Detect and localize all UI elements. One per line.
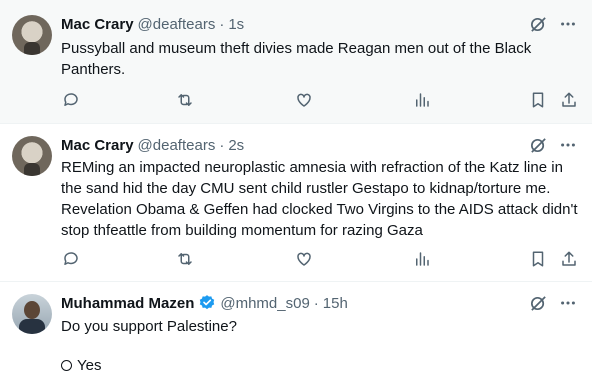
tweet-header: Mac Crary @deaftears · 2s <box>61 135 580 155</box>
retweet-icon[interactable] <box>175 89 195 111</box>
author-name[interactable]: Muhammad Mazen <box>61 295 194 312</box>
timestamp[interactable]: 2s <box>228 137 244 154</box>
poll-option[interactable]: Yes <box>61 357 101 374</box>
reply-icon[interactable] <box>61 248 81 270</box>
author-handle[interactable]: @deaftears <box>138 137 216 154</box>
avatar[interactable] <box>12 294 52 334</box>
avatar[interactable] <box>12 15 52 55</box>
tweet[interactable]: Mac Crary @deaftears · 2s REMing an impa… <box>0 124 592 282</box>
share-icon[interactable] <box>559 89 579 111</box>
tweet[interactable]: Muhammad Mazen @mhmd_s09 · 15h Do you su… <box>0 282 592 384</box>
tweet[interactable]: Mac Crary @deaftears · 1s Pussyball and … <box>0 0 592 124</box>
heart-icon[interactable] <box>294 89 314 111</box>
tweet-text: REMing an impacted neuroplastic amnesia … <box>61 159 582 239</box>
author-handle[interactable]: @deaftears <box>138 16 216 33</box>
reply-icon[interactable] <box>61 89 81 111</box>
poll-option-label: Yes <box>77 357 102 374</box>
grok-icon[interactable] <box>528 14 548 34</box>
verified-badge-icon <box>198 294 216 312</box>
more-icon[interactable] <box>558 293 578 313</box>
separator-dot: · <box>219 15 225 33</box>
tweet-header: Mac Crary @deaftears · 1s <box>61 14 580 34</box>
author-name[interactable]: Mac Crary <box>61 137 134 154</box>
bookmark-icon[interactable] <box>528 89 548 111</box>
more-icon[interactable] <box>558 14 578 34</box>
avatar[interactable] <box>12 136 52 176</box>
grok-icon[interactable] <box>528 293 548 313</box>
tweet-actions <box>61 248 579 270</box>
timestamp[interactable]: 15h <box>323 295 348 312</box>
grok-icon[interactable] <box>528 135 548 155</box>
separator-dot: · <box>219 136 225 154</box>
radio-icon[interactable] <box>61 360 72 371</box>
bookmark-icon[interactable] <box>528 248 548 270</box>
tweet-actions <box>61 89 579 111</box>
retweet-icon[interactable] <box>175 248 195 270</box>
separator-dot: · <box>313 294 319 312</box>
heart-icon[interactable] <box>294 248 314 270</box>
views-icon[interactable] <box>412 89 432 111</box>
tweet-text: Do you support Palestine? <box>61 318 237 335</box>
tweet-header: Muhammad Mazen @mhmd_s09 · 15h <box>61 293 580 313</box>
more-icon[interactable] <box>558 135 578 155</box>
timestamp[interactable]: 1s <box>228 16 244 33</box>
views-icon[interactable] <box>412 248 432 270</box>
share-icon[interactable] <box>559 248 579 270</box>
author-handle[interactable]: @mhmd_s09 <box>220 295 309 312</box>
tweet-text: Pussyball and museum theft divies made R… <box>61 40 536 78</box>
author-name[interactable]: Mac Crary <box>61 16 134 33</box>
